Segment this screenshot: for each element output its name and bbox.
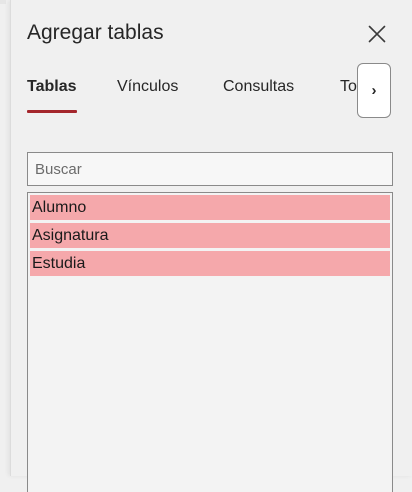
- tab-consultas[interactable]: Consultas: [223, 78, 294, 108]
- close-icon: [368, 25, 386, 43]
- tab-tablas[interactable]: Tablas: [27, 78, 77, 113]
- list-item-estudia[interactable]: Estudia: [30, 251, 390, 276]
- search-input[interactable]: [27, 152, 393, 186]
- close-button[interactable]: [365, 22, 389, 46]
- list-item-alumno[interactable]: Alumno: [30, 195, 390, 220]
- tab-bar: Tablas Vínculos Consultas Todas: [27, 78, 357, 118]
- tables-list[interactable]: Alumno Asignatura Estudia: [27, 192, 393, 492]
- list-item-asignatura[interactable]: Asignatura: [30, 223, 390, 248]
- tab-todas[interactable]: Todas: [340, 78, 357, 108]
- tabs-scroll-right-button[interactable]: ›: [357, 63, 391, 118]
- chevron-right-icon: ›: [371, 82, 377, 99]
- tab-vinculos[interactable]: Vínculos: [117, 78, 178, 108]
- add-tables-pane: Agregar tablas Tablas Vínculos Consultas…: [10, 0, 412, 492]
- pane-title: Agregar tablas: [27, 21, 164, 44]
